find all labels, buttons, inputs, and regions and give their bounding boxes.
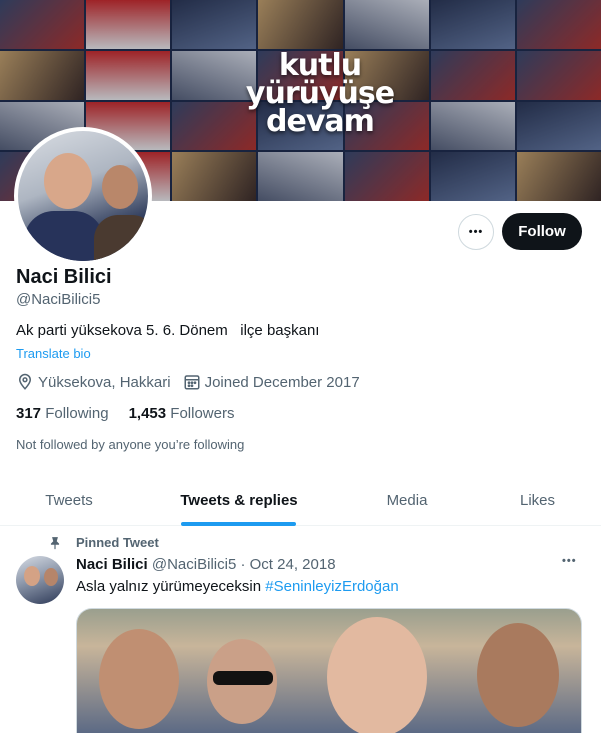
not-followed-note: Not followed by anyone you’re following (16, 437, 245, 452)
followers-label: Followers (170, 405, 235, 422)
tweet-author-handle[interactable]: @NaciBilici5 (152, 556, 236, 573)
tab-likes[interactable]: Likes (474, 474, 601, 526)
more-options-button[interactable]: ••• (458, 214, 494, 250)
follow-stats: 317 Following 1,453 Followers (16, 405, 254, 422)
profile-location: Yüksekova, Hakkari (16, 373, 171, 391)
location-pin-icon (18, 373, 32, 390)
follow-button[interactable]: Follow (502, 213, 582, 250)
profile-bio: Ak parti yüksekova 5. 6. Dönem ilçe başk… (16, 322, 320, 339)
tweet-author-avatar[interactable] (16, 556, 64, 604)
profile-avatar[interactable] (14, 127, 152, 265)
joined-text: Joined December 2017 (204, 373, 360, 391)
banner-slogan: kutlu yürüyüşe devam (230, 51, 410, 139)
banner-slogan-line3: devam (266, 104, 375, 139)
tweet-text: Asla yalnız yürümeyeceksin #SeninleyizEr… (76, 578, 399, 595)
pin-icon (50, 536, 60, 549)
active-tab-indicator (181, 522, 296, 526)
following-label: Following (45, 405, 109, 422)
followers-count: 1,453 (128, 405, 167, 422)
tweet-header: Naci Bilici @NaciBilici5 · Oct 24, 2018 (76, 556, 336, 573)
translate-bio-link[interactable]: Translate bio (16, 346, 91, 361)
pinned-tweet-label: Pinned Tweet (48, 535, 159, 550)
profile-name: Naci Bilici (16, 266, 112, 288)
tweet-more-icon[interactable]: ••• (562, 555, 577, 567)
tweet-image[interactable] (76, 608, 582, 733)
tab-tweets[interactable]: Tweets (0, 474, 138, 526)
tweet-separator: · (236, 556, 250, 573)
calendar-icon (184, 375, 200, 390)
tab-label: Media (386, 491, 428, 509)
tab-media[interactable]: Media (340, 474, 474, 526)
pinned-text: Pinned Tweet (76, 535, 159, 550)
location-text: Yüksekova, Hakkari (38, 373, 171, 391)
tab-label: Tweets (45, 491, 93, 509)
tweet-body: Asla yalnız yürümeyeceksin (76, 578, 266, 595)
following-link[interactable]: 317 Following (16, 405, 109, 422)
profile-handle: @NaciBilici5 (16, 291, 101, 308)
profile-meta: Yüksekova, Hakkari Joined December 2017 (16, 373, 372, 391)
following-count: 317 (16, 405, 42, 422)
profile-tabs: Tweets Tweets & replies Media Likes (0, 474, 601, 526)
tab-tweets-replies[interactable]: Tweets & replies (138, 474, 340, 526)
tab-label: Likes (519, 491, 556, 509)
tab-label: Tweets & replies (180, 491, 298, 509)
more-horizontal-icon: ••• (468, 226, 484, 238)
followers-link[interactable]: 1,453 Followers (129, 405, 235, 422)
tweet-hashtag[interactable]: #SeninleyizErdoğan (265, 578, 398, 595)
profile-joined: Joined December 2017 (183, 373, 360, 391)
tweet-author-name[interactable]: Naci Bilici (76, 556, 148, 573)
tweet-date[interactable]: Oct 24, 2018 (250, 556, 336, 573)
